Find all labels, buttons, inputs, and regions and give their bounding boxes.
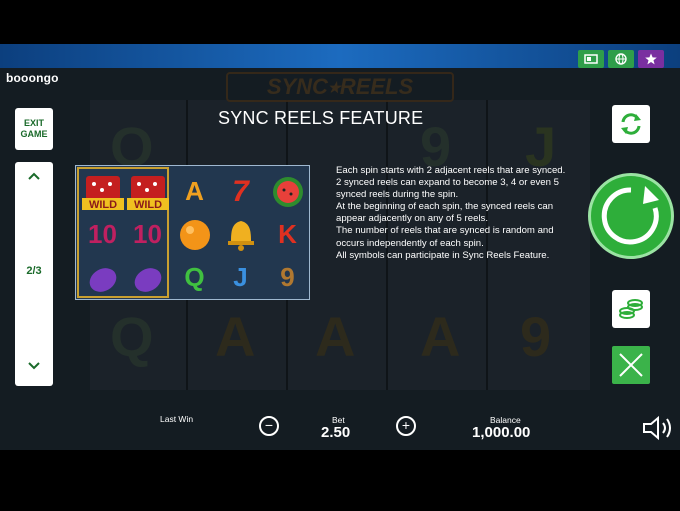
close-icon [619,353,643,377]
example-reels-image: WILD WILD A 7 10 10 K Q J 9 [75,165,310,300]
bet-coins-button[interactable] [612,290,650,328]
top-bar [0,44,680,68]
symbol-seven: 7 [232,174,249,208]
chevron-down-icon [28,362,40,370]
globe-icon [615,53,627,65]
symbol-nine: 9 [280,262,295,292]
symbol-label: WILD [88,199,116,211]
spin-button[interactable] [588,173,674,259]
watermelon-icon [264,169,311,214]
provider-logo: booongo [6,71,59,85]
symbol-k: K [278,219,297,249]
autoplay-button[interactable] [612,105,650,143]
sound-button[interactable] [641,414,675,447]
symbol-wild: WILD [124,169,171,214]
feature-description: Each spin starts with 2 adjacent reels t… [336,165,566,262]
star-icon [645,53,657,65]
info-pager: 2/3 [15,162,53,386]
background-symbol: Q [110,305,154,368]
coins-icon [619,299,643,319]
paytable-button[interactable] [578,50,604,68]
plum-icon [124,255,171,300]
spin-arrow-icon [601,186,659,245]
favorites-button[interactable] [638,50,664,68]
symbol-ten: 10 [88,219,117,249]
bet-value: 2.50 [321,424,351,441]
description-paragraph: Each spin starts with 2 adjacent reels t… [336,165,566,176]
paytable-icon [584,54,598,64]
page-up-button[interactable] [15,168,53,184]
bottom-bar: Last Win − Bet 2.50 + Balance 1,000.00 [0,404,680,450]
description-paragraph: At the beginning of each spin, the synce… [336,201,554,225]
background-symbol: A [420,305,461,368]
background-symbol: A [315,305,356,368]
increase-bet-button[interactable]: + [396,416,416,436]
symbol-q: Q [184,262,205,292]
exit-game-button[interactable]: EXIT GAME [15,108,53,150]
plum-icon [79,255,126,300]
page-indicator: 2/3 [26,265,42,277]
exit-game-label: EXIT GAME [20,118,48,139]
bell-icon [217,212,264,257]
page-title: SYNC REELS FEATURE [218,108,424,128]
symbol-j: J [233,262,248,292]
game-screen: booongo SYNC⭑REELS Q 9 J Q A A A 9 EXIT … [0,44,680,450]
balance-value: 1,000.00 [472,424,531,441]
description-paragraph: 2 synced reels can expand to become 3, 4… [336,177,559,201]
symbol-a: A [185,176,204,206]
game-logo: SYNC⭑REELS [226,72,454,102]
background-symbol: 9 [520,305,552,368]
decrease-bet-button[interactable]: − [259,416,279,436]
refresh-icon [621,113,641,135]
last-win-label: Last Win [160,414,194,424]
orange-icon [171,212,218,257]
background-symbol: A [215,305,256,368]
description-paragraph: All symbols can participate in Sync Reel… [336,249,550,261]
page-down-button[interactable] [15,358,53,374]
close-button[interactable] [612,346,650,384]
symbol-wild: WILD [79,169,126,214]
symbol-label: WILD [133,199,161,211]
speaker-icon [643,415,671,441]
language-button[interactable] [608,50,634,68]
symbol-ten: 10 [133,219,162,249]
description-paragraph: The number of reels that are synced is r… [336,225,554,249]
chevron-up-icon [28,172,40,180]
